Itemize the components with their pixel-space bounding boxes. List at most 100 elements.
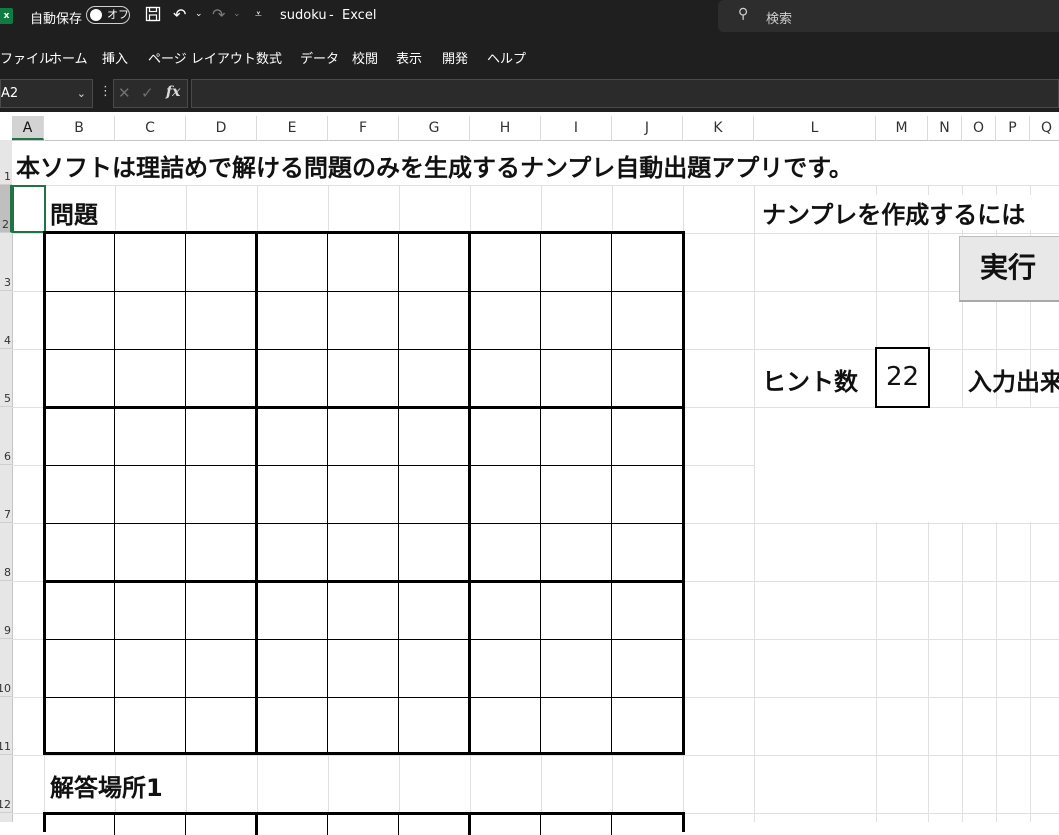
active-cell-a2[interactable]	[12, 185, 46, 233]
column-header-d[interactable]: D	[186, 116, 257, 140]
grid-line	[398, 815, 399, 835]
gridline	[12, 185, 1059, 186]
column-header-c[interactable]: C	[115, 116, 186, 140]
redo-icon[interactable]: ↷	[212, 5, 225, 24]
tab-data[interactable]: データ	[300, 48, 339, 67]
row-header-11[interactable]: 11	[0, 697, 12, 755]
row-header-3[interactable]: 3	[0, 233, 12, 291]
row-number: 9	[4, 624, 11, 637]
cancel-icon[interactable]: ✕	[118, 84, 131, 102]
grid-line	[46, 639, 682, 640]
undo-dropdown-icon[interactable]: ⌄	[195, 9, 203, 19]
tab-review[interactable]: 校閲	[352, 48, 378, 67]
more-options-icon[interactable]: ⋮	[99, 84, 112, 99]
search-placeholder: 検索	[766, 12, 793, 27]
row-number: 1	[4, 170, 11, 183]
row-header-1[interactable]: 1	[0, 140, 12, 185]
input-text: 入力出来	[968, 368, 1059, 396]
toggle-knob-icon	[90, 9, 102, 21]
row-number: 11	[0, 740, 11, 753]
formula-input[interactable]	[191, 79, 1059, 108]
box-line	[255, 234, 258, 752]
column-header-f[interactable]: F	[328, 116, 399, 140]
hint-count-value[interactable]: 22	[875, 347, 930, 408]
run-button-label: 実行	[980, 251, 1037, 284]
column-header-e[interactable]: E	[257, 116, 328, 140]
grid-line	[46, 697, 682, 698]
column-header-q[interactable]: Q	[1030, 116, 1059, 140]
column-header-j[interactable]: J	[612, 116, 683, 140]
app-name: Excel	[342, 8, 377, 23]
row-header-5[interactable]: 5	[0, 349, 12, 407]
grid-line	[327, 815, 328, 835]
column-headers: A B C D E F G H I J K L M N O P Q	[0, 116, 1059, 141]
row-header-10[interactable]: 10	[0, 639, 12, 697]
row-number: 3	[4, 276, 11, 289]
column-header-i[interactable]: I	[541, 116, 612, 140]
grid-line	[114, 815, 115, 835]
column-header-b[interactable]: B	[44, 116, 115, 140]
tab-insert[interactable]: 挿入	[102, 48, 128, 67]
column-header-n[interactable]: N	[928, 116, 962, 140]
column-header-p[interactable]: P	[996, 116, 1030, 140]
merged-cell-blank[interactable]	[755, 408, 1059, 522]
tab-view[interactable]: 表示	[396, 48, 422, 67]
tab-home[interactable]: ホーム	[49, 48, 88, 67]
column-header-o[interactable]: O	[962, 116, 996, 140]
box-line	[255, 815, 258, 835]
row-number: 7	[4, 508, 11, 521]
save-icon[interactable]	[145, 5, 161, 27]
tab-file[interactable]: ファイル	[0, 48, 52, 67]
undo-icon[interactable]: ↶	[173, 5, 186, 24]
row-header-12[interactable]: 12	[0, 755, 12, 813]
tab-help[interactable]: ヘルプ	[487, 48, 526, 67]
column-header-l[interactable]: L	[754, 116, 876, 140]
column-header-m[interactable]: M	[876, 116, 928, 140]
tab-page-layout[interactable]: ページ レイアウト	[148, 48, 256, 67]
sudoku-answer-board[interactable]	[43, 812, 685, 835]
name-box[interactable]: A2 ⌄	[0, 79, 93, 108]
row-number: 8	[4, 566, 11, 579]
grid-line	[46, 523, 682, 524]
column-header-k[interactable]: K	[683, 116, 754, 140]
grid-line	[540, 815, 541, 835]
confirm-icon[interactable]: ✓	[141, 84, 154, 102]
run-button[interactable]: 実行	[959, 236, 1059, 302]
sudoku-puzzle-board[interactable]	[43, 231, 685, 755]
chevron-down-icon[interactable]: ⌄	[77, 80, 86, 107]
answer-heading: 解答場所1	[50, 774, 163, 802]
search-box[interactable]: ⚲ 検索	[718, 0, 1059, 32]
title-separator: -	[329, 8, 334, 23]
gridline	[12, 755, 1059, 756]
row-header-4[interactable]: 4	[0, 291, 12, 349]
hint-label: ヒント数	[762, 368, 858, 396]
row-number: 10	[0, 682, 11, 695]
redo-dropdown-icon[interactable]: ⌄	[233, 9, 241, 19]
row-header-8[interactable]: 8	[0, 523, 12, 581]
tab-formulas[interactable]: 数式	[256, 48, 282, 67]
search-icon: ⚲	[738, 6, 749, 22]
autosave-toggle[interactable]: オフ	[86, 6, 130, 24]
row-header-6[interactable]: 6	[0, 407, 12, 465]
formula-bar: A2 ⌄ ⋮ ✕ ✓ fx	[0, 78, 1059, 112]
customize-toolbar-icon[interactable]: ⩡	[255, 7, 262, 22]
row-number: 12	[0, 798, 11, 811]
column-header-a[interactable]: A	[12, 116, 44, 140]
grid-line	[611, 234, 612, 752]
insert-function-icon[interactable]: fx	[166, 84, 180, 100]
instruction-text: ナンプレを作成するには	[762, 195, 1059, 230]
column-header-g[interactable]: G	[399, 116, 470, 140]
puzzle-heading: 問題	[50, 201, 98, 229]
row-header-2[interactable]: 2	[0, 185, 12, 233]
grid-line	[46, 465, 682, 466]
row-header-7[interactable]: 7	[0, 465, 12, 523]
column-header-h[interactable]: H	[470, 116, 541, 140]
box-line	[468, 234, 471, 752]
grid-line	[398, 234, 399, 752]
row-header-9[interactable]: 9	[0, 581, 12, 639]
grid-line	[46, 291, 682, 292]
tab-developer[interactable]: 開発	[442, 48, 468, 67]
grid-line	[114, 234, 115, 752]
formula-actions: ✕ ✓ fx	[113, 79, 188, 108]
grid-line	[185, 815, 186, 835]
